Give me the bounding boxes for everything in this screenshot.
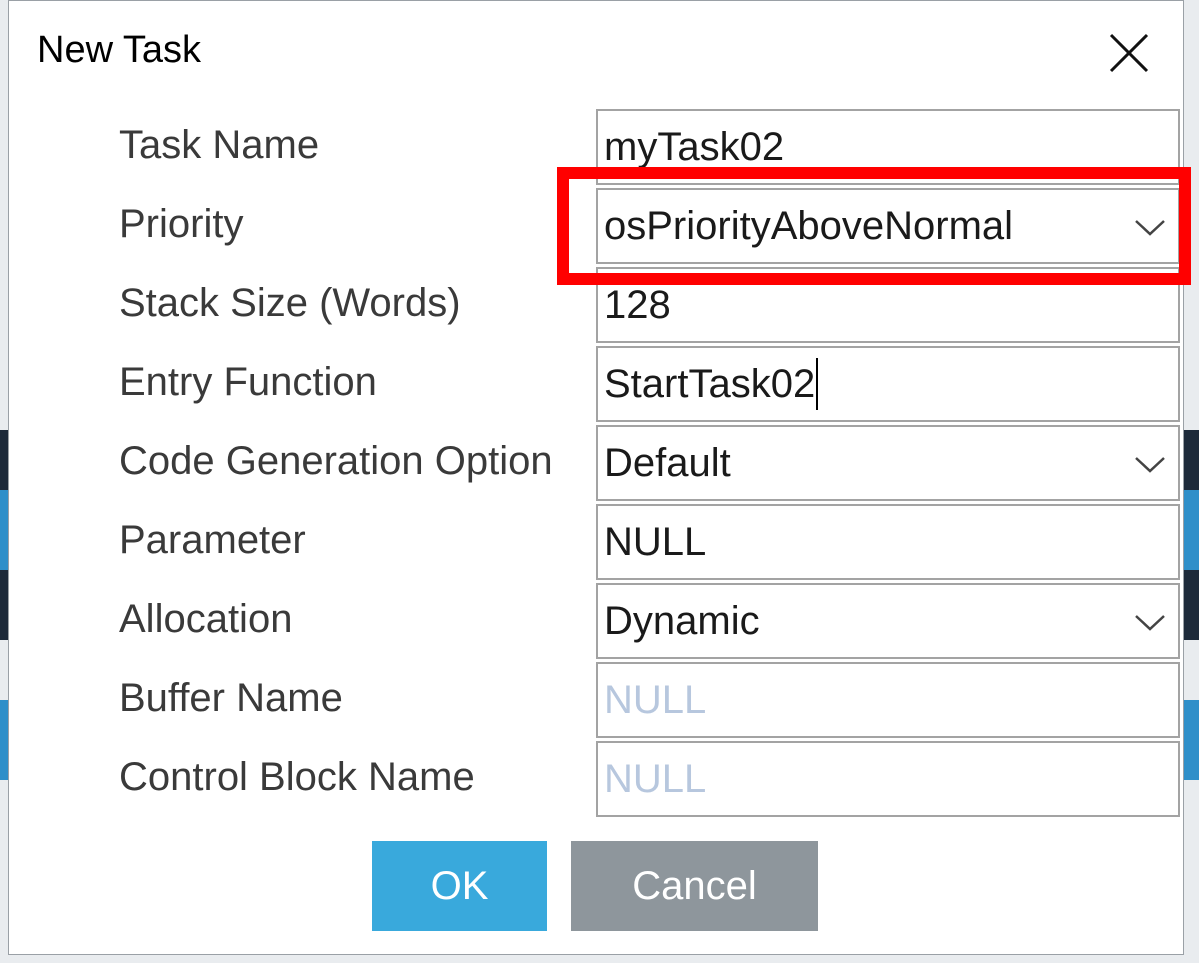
close-icon[interactable]: [1103, 27, 1155, 79]
priority-select[interactable]: osPriorityAboveNormal: [596, 188, 1180, 264]
task-name-value: myTask02: [604, 124, 785, 169]
entry-function-field[interactable]: StartTask02: [596, 346, 1180, 422]
priority-value: osPriorityAboveNormal: [604, 203, 1014, 248]
stack-size-field[interactable]: 128: [596, 267, 1180, 343]
code-generation-option-label: Code Generation Option: [119, 439, 553, 483]
control-block-name-field[interactable]: NULL: [596, 741, 1180, 817]
stack-size-value: 128: [604, 282, 671, 327]
parameter-field[interactable]: NULL: [596, 504, 1180, 580]
entry-function-value: StartTask02: [604, 361, 816, 406]
priority-label: Priority: [119, 202, 244, 246]
code-generation-option-value: Default: [604, 440, 731, 485]
chevron-down-icon: [1135, 615, 1165, 631]
stack-size-label: Stack Size (Words): [119, 281, 461, 325]
code-generation-option-select[interactable]: Default: [596, 425, 1180, 501]
dialog-title: New Task: [37, 29, 202, 71]
parameter-value: NULL: [604, 519, 707, 564]
entry-function-label: Entry Function: [119, 360, 377, 404]
allocation-value: Dynamic: [604, 598, 760, 643]
chevron-down-icon: [1135, 220, 1165, 236]
new-task-dialog: New Task Task Name myTask02 Priority osP…: [8, 0, 1184, 955]
chevron-down-icon: [1135, 457, 1165, 473]
parameter-label: Parameter: [119, 518, 306, 562]
control-block-name-label: Control Block Name: [119, 755, 475, 799]
task-name-label: Task Name: [119, 123, 320, 167]
allocation-label: Allocation: [119, 597, 293, 641]
control-block-name-placeholder: NULL: [604, 756, 707, 801]
ok-button[interactable]: OK: [372, 841, 547, 931]
buffer-name-field[interactable]: NULL: [596, 662, 1180, 738]
buffer-name-placeholder: NULL: [604, 677, 707, 722]
cancel-button[interactable]: Cancel: [571, 841, 818, 931]
text-cursor: [816, 358, 819, 410]
allocation-select[interactable]: Dynamic: [596, 583, 1180, 659]
buffer-name-label: Buffer Name: [119, 676, 343, 720]
task-name-field[interactable]: myTask02: [596, 109, 1180, 185]
